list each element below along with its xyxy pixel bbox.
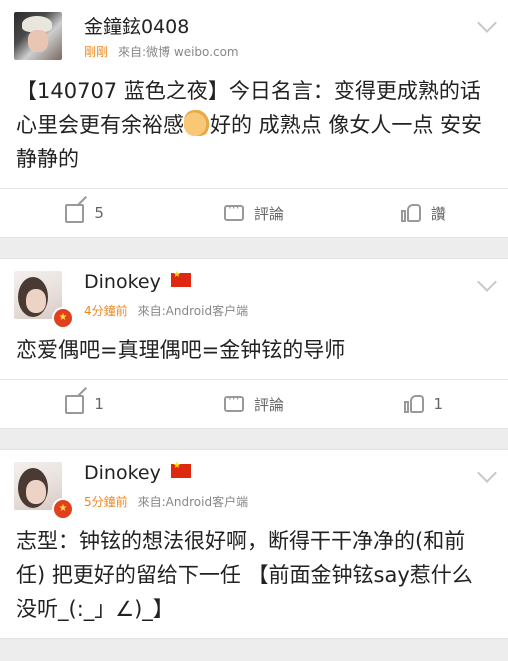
post-content: 恋爱偶吧=真理偶吧=金钟铉的导师	[16, 338, 346, 362]
comment-icon	[223, 201, 244, 221]
post-meta: 4分鐘前 來自:Android客户端	[84, 302, 248, 319]
comment-label: 評論	[253, 204, 284, 223]
post-meta: 剛剛 來自:微博 weibo.com	[84, 43, 239, 60]
post-actions: 5 評論 讚	[0, 188, 508, 237]
author-name[interactable]: Dinokey	[84, 461, 191, 484]
like-icon	[400, 203, 421, 223]
ok-hand-emoji-icon	[184, 110, 210, 136]
forward-icon	[65, 394, 85, 414]
comment-button[interactable]: 評論	[169, 380, 338, 428]
author-name[interactable]: Dinokey	[84, 270, 191, 293]
china-flag-icon	[170, 270, 191, 287]
verified-badge-icon: ★	[52, 498, 74, 520]
author-name-text: Dinokey	[84, 271, 161, 293]
comment-icon	[223, 392, 244, 412]
avatar[interactable]	[14, 12, 62, 60]
author-name[interactable]: 金鐘鉉0408	[84, 12, 189, 39]
forward-icon	[65, 203, 85, 223]
post-time: 剛剛	[84, 45, 109, 59]
verified-badge-icon: ★	[52, 307, 74, 329]
post-card: ★ Dinokey 4分鐘前來自:Android客户端 恋爱偶吧=真理偶吧=金钟…	[0, 258, 508, 429]
post-card: ★ Dinokey 5分鐘前來自:Android客户端 志型：钟铉的想法很好啊，…	[0, 449, 508, 639]
chevron-down-icon[interactable]	[477, 272, 497, 292]
post-header: ★ Dinokey 4分鐘前來自:Android客户端	[0, 259, 508, 329]
post-content: 【140707 蓝色之夜】今日名言：变得更成熟的话 心里会更有余裕感 好的 成熟点…	[0, 62, 508, 188]
post-time: 4分鐘前	[84, 304, 128, 318]
post-content: 志型：钟铉的想法很好啊，断得干干净净的(和前任) 把更好的留给下一任 【前面金钟…	[16, 529, 473, 621]
forward-count: 5	[94, 204, 104, 222]
like-button[interactable]: 1	[339, 380, 508, 428]
post-source: 來自:微博 weibo.com	[118, 45, 239, 59]
post-meta: 5分鐘前 來自:Android客户端	[84, 493, 248, 510]
weibo-feed: 金鐘鉉0408 剛剛 來自:微博 weibo.com 【140707 蓝色之夜】今…	[0, 0, 508, 639]
comment-button[interactable]: 評論	[169, 189, 338, 237]
like-label: 讚	[430, 204, 446, 223]
post-header: 金鐘鉉0408 剛剛 來自:微博 weibo.com	[0, 0, 508, 62]
post-source: 來自:Android客户端	[137, 495, 249, 509]
comment-label: 評論	[253, 395, 284, 414]
like-count: 1	[433, 395, 444, 413]
forward-button[interactable]: 1	[0, 380, 169, 428]
like-icon	[403, 394, 424, 414]
post-source: 來自:Android客户端	[137, 304, 249, 318]
post-actions: 1 評論 1	[0, 379, 508, 428]
author-name-text: Dinokey	[84, 462, 161, 484]
chevron-down-icon[interactable]	[477, 463, 497, 483]
china-flag-icon	[170, 461, 191, 478]
chevron-down-icon[interactable]	[477, 13, 497, 33]
post-time: 5分鐘前	[84, 495, 128, 509]
like-button[interactable]: 讚	[339, 189, 508, 237]
post-card: 金鐘鉉0408 剛剛 來自:微博 weibo.com 【140707 蓝色之夜】今…	[0, 0, 508, 238]
forward-button[interactable]: 5	[0, 189, 169, 237]
forward-count: 1	[94, 395, 104, 413]
post-header: ★ Dinokey 5分鐘前來自:Android客户端	[0, 450, 508, 520]
